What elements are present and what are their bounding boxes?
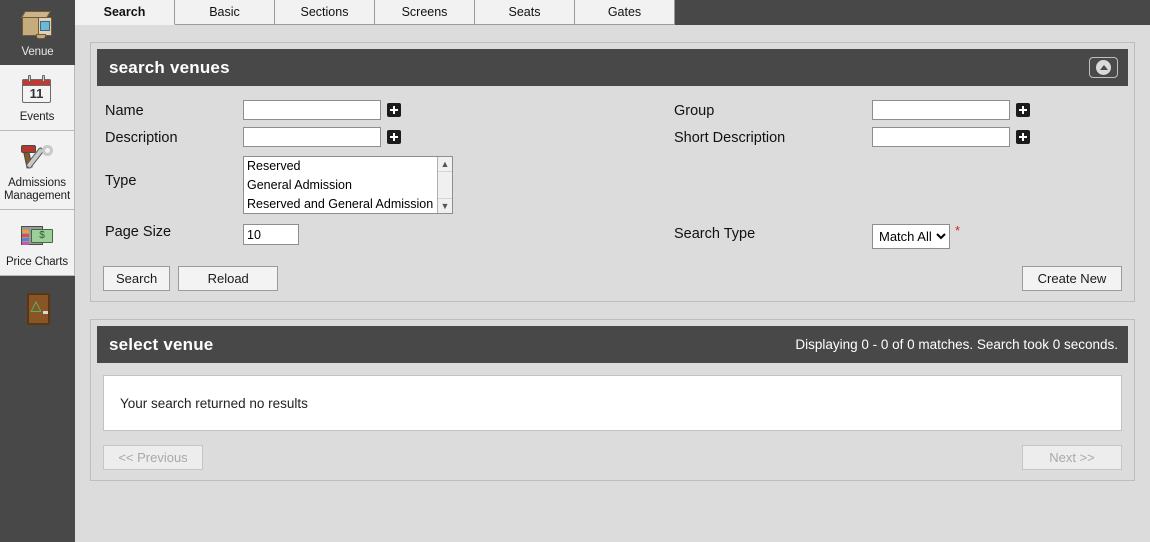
tab-basic[interactable]: Basic	[175, 0, 275, 25]
tab-screens[interactable]: Screens	[375, 0, 475, 25]
application-window: Venue 11 Events Admissions Management $ …	[0, 0, 1150, 542]
description-add-plus-icon[interactable]	[387, 130, 401, 144]
tab-label-gates: Gates	[607, 5, 642, 19]
select-venue-body: Your search returned no results << Previ…	[91, 363, 1134, 480]
tab-sections[interactable]: Sections	[275, 0, 375, 25]
search-form: Name Group Description Short Description…	[103, 98, 1122, 252]
type-listbox-scrollbar[interactable]: ▲ ▼	[437, 157, 452, 213]
label-search-type: Search Type	[674, 226, 756, 242]
type-option-reserved-and-general-admission[interactable]: Reserved and General Admission	[244, 195, 452, 213]
tab-search[interactable]: Search	[75, 0, 175, 25]
label-page-size: Page Size	[105, 224, 172, 240]
search-type-required-marker: *	[955, 223, 961, 238]
tab-bar: Search Basic Sections Screens Seats Gate…	[75, 0, 1150, 25]
group-input[interactable]	[872, 100, 1010, 120]
select-venue-title: select venue	[109, 334, 214, 354]
venue-box-icon	[18, 6, 58, 44]
search-panel-button-row: Search Reload Create New	[103, 266, 1122, 291]
label-group: Group	[674, 103, 715, 119]
tab-gates[interactable]: Gates	[575, 0, 675, 25]
results-summary: Displaying 0 - 0 of 0 matches. Search to…	[795, 337, 1118, 352]
select-venue-panel: select venue Displaying 0 - 0 of 0 match…	[90, 319, 1135, 481]
empty-results-message: Your search returned no results	[120, 395, 308, 411]
type-option-reserved[interactable]: Reserved	[244, 157, 452, 176]
select-venue-header: select venue Displaying 0 - 0 of 0 match…	[97, 326, 1128, 363]
money-chart-icon	[17, 216, 57, 254]
tab-list: Search Basic Sections Screens Seats Gate…	[75, 0, 675, 25]
pager: << Previous Next >>	[103, 445, 1122, 470]
sidebar-item-venue[interactable]: Venue	[0, 0, 75, 65]
sidebar-item-label-venue: Venue	[21, 46, 54, 58]
short-description-input[interactable]	[872, 127, 1010, 147]
label-name: Name	[105, 103, 144, 119]
type-listbox[interactable]: Reserved General Admission Reserved and …	[243, 156, 453, 214]
search-type-select[interactable]: Match All Match Any	[872, 224, 950, 249]
search-button[interactable]: Search	[103, 266, 171, 291]
left-sidebar: Venue 11 Events Admissions Management $ …	[0, 0, 75, 542]
reload-button[interactable]: Reload	[178, 266, 279, 291]
tab-label-seats: Seats	[508, 5, 541, 19]
search-venues-title: search venues	[109, 57, 230, 77]
sidebar-item-price-charts[interactable]: Price Charts	[0, 210, 75, 276]
search-venues-panel: search venues Name Group Description Sho…	[90, 42, 1135, 302]
label-type: Type	[105, 173, 137, 189]
short-description-add-plus-icon[interactable]	[1016, 130, 1030, 144]
label-short-description: Short Description	[674, 130, 786, 146]
group-add-plus-icon[interactable]	[1016, 103, 1030, 117]
name-input[interactable]	[243, 100, 381, 120]
sidebar-item-label-price-charts: Price Charts	[5, 256, 69, 268]
tab-label-screens: Screens	[401, 5, 448, 19]
tab-label-search: Search	[103, 5, 146, 19]
page-size-input[interactable]	[243, 224, 299, 245]
tab-label-basic: Basic	[209, 5, 240, 19]
name-add-plus-icon[interactable]	[387, 103, 401, 117]
chevron-up-icon[interactable]: ▲	[438, 157, 452, 172]
create-new-button[interactable]: Create New	[1022, 266, 1122, 291]
previous-page-button[interactable]: << Previous	[103, 445, 203, 470]
sidebar-item-admissions-management[interactable]: Admissions Management	[0, 131, 75, 210]
empty-results-message-box: Your search returned no results	[103, 375, 1122, 431]
next-page-button[interactable]: Next >>	[1022, 445, 1122, 470]
collapse-up-icon[interactable]	[1089, 57, 1118, 78]
content-area: search venues Name Group Description Sho…	[75, 25, 1150, 542]
hammer-wrench-icon	[17, 137, 57, 175]
sidebar-item-label-events: Events	[19, 111, 55, 123]
sidebar-item-exit[interactable]: △	[0, 276, 75, 336]
sidebar-item-label-admissions-management: Admissions Management	[3, 177, 71, 202]
type-option-general-admission[interactable]: General Admission	[244, 176, 452, 195]
tab-seats[interactable]: Seats	[475, 0, 575, 25]
sidebar-item-events[interactable]: 11 Events	[0, 65, 75, 131]
exit-door-icon: △	[18, 290, 58, 328]
label-description: Description	[105, 130, 178, 146]
chevron-down-icon[interactable]: ▼	[438, 198, 452, 213]
search-venues-header: search venues	[97, 49, 1128, 86]
description-input[interactable]	[243, 127, 381, 147]
calendar-icon: 11	[17, 71, 57, 109]
tab-label-sections: Sections	[300, 5, 349, 19]
search-venues-body: Name Group Description Short Description…	[91, 86, 1134, 301]
